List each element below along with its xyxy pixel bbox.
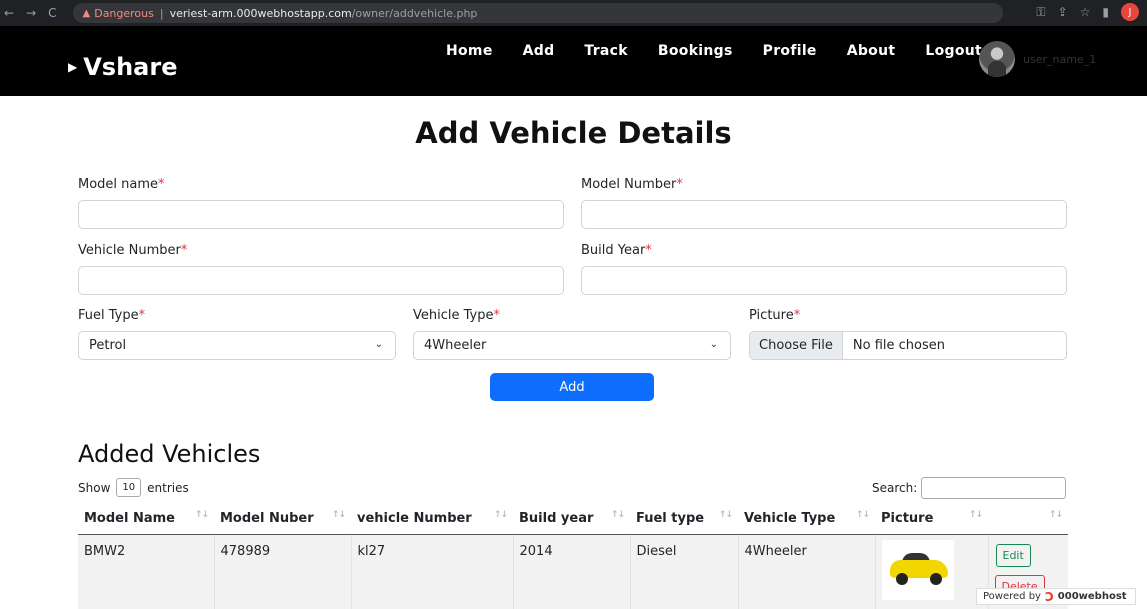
sort-icon: ↑↓: [493, 510, 508, 520]
cell-vehicle-type: 4Wheeler: [738, 534, 876, 609]
model-name-input[interactable]: [78, 200, 564, 229]
entries-select[interactable]: 10: [116, 478, 142, 497]
car-wheel: [895, 572, 908, 585]
user-avatar[interactable]: [979, 41, 1015, 77]
brand-logo[interactable]: ▶ Vshare: [68, 53, 178, 81]
page-title: Add Vehicle Details: [415, 116, 732, 150]
back-icon[interactable]: ←: [4, 6, 14, 20]
fuel-type-label: Fuel Type*: [78, 308, 146, 323]
table-search: Search:: [872, 477, 1067, 499]
warning-icon: ▲: [82, 7, 91, 19]
col-build-year[interactable]: Build year ↑↓: [513, 504, 630, 535]
vehicle-picture: [881, 539, 954, 600]
sort-icon: ↑↓: [1048, 510, 1063, 520]
col-vehicle-type[interactable]: Vehicle Type ↑↓: [738, 504, 875, 535]
webhost-logo-icon: Ɔ: [1044, 589, 1054, 604]
picture-file-input[interactable]: Choose File No file chosen: [749, 331, 1067, 360]
sort-icon: ↑↓: [968, 510, 983, 520]
col-vehicle-number[interactable]: vehicle Number ↑↓: [351, 504, 513, 535]
play-icon: ▶: [68, 60, 78, 74]
cell-build-year: 2014: [513, 534, 631, 609]
file-status: No file chosen: [852, 338, 945, 353]
nav-home[interactable]: Home: [446, 43, 493, 59]
username: user_name_1: [1023, 53, 1097, 66]
browser-actions: ⚿ ⇪ ☆ ▮ J: [1036, 3, 1139, 21]
vehicle-type-select[interactable]: 4Wheeler ⌄: [413, 331, 731, 360]
security-warning[interactable]: ▲ Dangerous: [83, 7, 154, 20]
forward-icon[interactable]: →: [26, 6, 36, 20]
col-model-name[interactable]: Model Name ↑↓: [78, 504, 214, 535]
cell-picture: [875, 534, 989, 609]
nav-logout[interactable]: Logout: [925, 43, 982, 59]
search-input[interactable]: [921, 477, 1067, 499]
powered-by-badge[interactable]: Powered by Ɔ 000webhost: [976, 588, 1136, 605]
car-wheel: [929, 572, 942, 585]
sidepanel-icon[interactable]: ▮: [1102, 5, 1109, 19]
col-fuel-type[interactable]: Fuel type ↑↓: [630, 504, 738, 535]
address-bar[interactable]: ▲ Dangerous | veriest-arm.000webhostapp.c…: [72, 3, 1003, 23]
chevron-down-icon: ⌄: [709, 339, 718, 350]
choose-file-button[interactable]: Choose File: [750, 332, 843, 359]
cell-fuel-type: Diesel: [630, 534, 739, 609]
nav-add[interactable]: Add: [523, 43, 555, 59]
browser-toolbar: ← → C ▲ Dangerous | veriest-arm.000webhosta…: [0, 0, 1147, 26]
key-icon[interactable]: ⚿: [1036, 5, 1045, 20]
cell-model-number: 478989: [214, 534, 352, 609]
entries-length: Show 10 entries: [78, 478, 189, 497]
cell-model-name: BMW2: [78, 534, 215, 609]
chevron-down-icon: ⌄: [374, 339, 383, 350]
url-path: /owner/addvehicle.php: [351, 6, 478, 20]
model-number-input[interactable]: [581, 200, 1067, 229]
fuel-type-select[interactable]: Petrol ⌄: [78, 331, 396, 360]
nav-track[interactable]: Track: [584, 43, 627, 59]
build-year-input[interactable]: [581, 266, 1067, 295]
edit-button[interactable]: Edit: [995, 543, 1031, 567]
build-year-label: Build Year*: [581, 243, 652, 258]
nav-about[interactable]: About: [847, 43, 896, 59]
model-name-label: Model name*: [78, 177, 165, 192]
vehicle-number-label: Vehicle Number*: [78, 243, 188, 258]
browser-nav: ← → C: [4, 6, 69, 20]
col-model-number[interactable]: Model Nuber ↑↓: [214, 504, 351, 535]
sort-icon: ↑↓: [718, 510, 733, 520]
added-vehicles-title: Added Vehicles: [78, 440, 261, 468]
nav-menu: Home Add Track Bookings Profile About Lo…: [446, 43, 982, 59]
vehicles-table: Model Name ↑↓ Model Nuber ↑↓ vehicle Numbe…: [78, 504, 1068, 609]
address-separator: |: [159, 6, 164, 20]
star-icon[interactable]: ☆: [1080, 5, 1091, 19]
site-navbar: ▶ Vshare Home Add Track Bookings Profile …: [0, 26, 1147, 96]
model-number-label: Model Number*: [581, 177, 683, 192]
profile-avatar-icon[interactable]: J: [1121, 3, 1139, 21]
url-host: veriest-arm.000webhostapp.com: [169, 6, 352, 20]
cell-vehicle-number: kl27: [351, 534, 514, 609]
sort-icon: ↑↓: [331, 510, 346, 520]
col-picture[interactable]: Picture ↑↓: [875, 504, 988, 535]
vehicle-number-input[interactable]: [78, 266, 564, 295]
nav-profile[interactable]: Profile: [763, 43, 817, 59]
vehicle-type-label: Vehicle Type*: [413, 308, 500, 323]
sort-icon: ↑↓: [194, 510, 209, 520]
sort-icon: ↑↓: [610, 510, 625, 520]
table-header-row: Model Name ↑↓ Model Nuber ↑↓ vehicle Numbe…: [78, 504, 1068, 535]
picture-label: Picture*: [749, 308, 801, 323]
reload-icon[interactable]: C: [48, 6, 56, 20]
add-button[interactable]: Add: [490, 373, 654, 401]
share-icon[interactable]: ⇪: [1058, 5, 1068, 19]
table-row: BMW2 478989 kl27 2014 Diesel 4Wheeler Ed…: [78, 534, 1068, 609]
col-actions[interactable]: ↑↓: [988, 504, 1068, 535]
sort-icon: ↑↓: [855, 510, 870, 520]
nav-bookings[interactable]: Bookings: [658, 43, 733, 59]
